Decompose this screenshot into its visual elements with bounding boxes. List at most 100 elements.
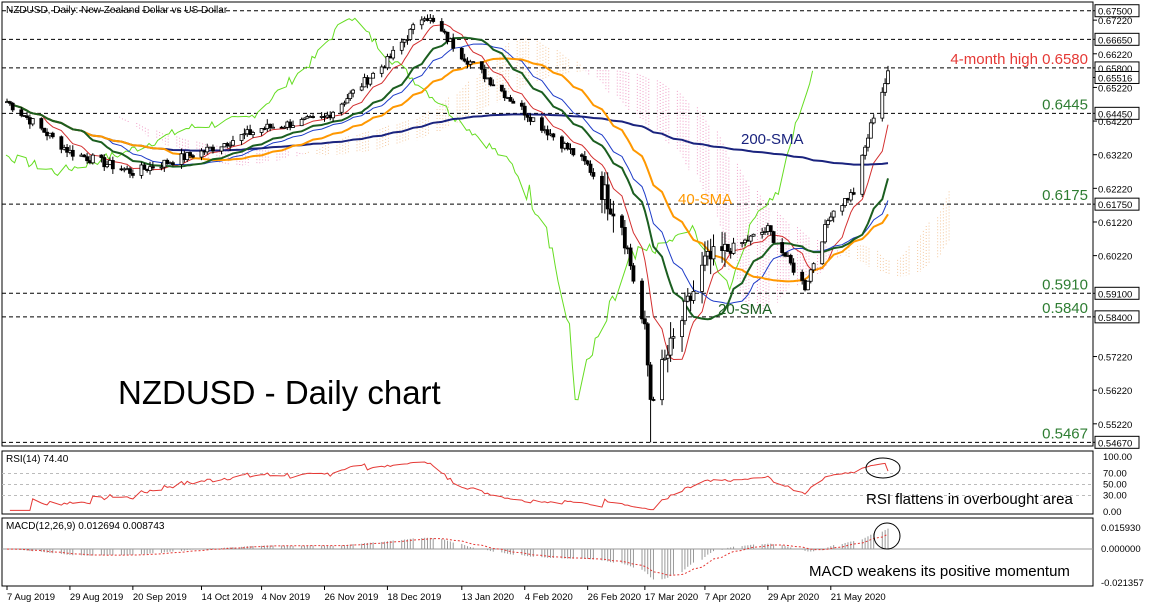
macd-tick-label: 0.000000 [1101,544,1141,555]
price-tick-label: 0.65220 [1098,83,1132,94]
candle-body [731,242,736,254]
candle-body [522,105,527,116]
candle-body [219,146,224,152]
candle-body [886,70,890,84]
candle-body [840,205,845,212]
candle-body [860,154,865,195]
candle-body [651,399,656,401]
candle-body [551,133,556,138]
candle-body [371,72,376,79]
candle-body [482,68,487,80]
candle-body [211,146,215,152]
candle-body [880,91,885,119]
candle-body [800,271,805,281]
candle-body [868,122,873,139]
candle-body [771,231,776,243]
sma-200-label: 200-SMA [741,131,804,148]
candle-body [110,160,115,170]
x-tick-label: 13 Jan 2020 [462,592,514,603]
candle-body [531,117,536,122]
sma-40-label: 40-SMA [678,191,732,208]
candle-body [299,119,304,127]
price-tick-label: 0.55220 [1098,420,1132,431]
chart-window[interactable]: 4-month high 0.6580 0.6445 0.6175 0.5910 0.5… [0,0,1149,607]
macd-tick-label: -0.021357 [1101,578,1144,589]
candle-body [768,225,773,233]
candle-body [439,21,444,32]
candle-body [188,152,192,157]
candle-body [622,227,627,249]
candle-body [605,184,610,210]
candle-body [700,264,704,292]
candle-body [502,90,507,99]
chart-caption: NZDUSD - Daily chart [118,374,441,411]
candle-body [620,215,624,228]
candle-body [348,92,353,100]
candle-body [608,208,613,215]
candle-body [331,111,335,119]
x-tick-label: 14 Oct 2019 [202,592,254,603]
candle-body [671,336,676,339]
candle-body [411,24,416,30]
candle-body [191,155,195,158]
x-tick-label: 29 Apr 2020 [768,592,819,603]
level-label: 0.5840 [1042,300,1088,317]
price-tick-label: 0.62220 [1098,184,1132,195]
candle-body [491,84,496,87]
candle-body [391,49,396,59]
candle-body [691,291,696,301]
candle-body [828,216,833,222]
candle-body [811,263,816,271]
price-tick-label: 0.56220 [1098,386,1132,397]
candle-body [42,127,47,133]
macd-panel-title: MACD(12,26,9) 0.012694 0.008743 [6,521,165,532]
candle-body [399,41,404,51]
price-tick-label: 0.60220 [1098,252,1132,263]
candle-body [588,163,593,173]
sma-20-label: 20-SMA [718,301,772,318]
candle-body [748,235,753,242]
candle-body [866,137,870,148]
macd-tick-label: 0.015930 [1101,523,1141,534]
candle-body [431,17,436,22]
candle-body [565,143,570,150]
x-tick-label: 29 Aug 2019 [70,592,123,603]
level-label: 4-month high 0.6580 [950,51,1088,68]
candle-body [128,168,132,174]
candle-body [499,84,504,92]
candle-body [70,149,75,157]
price-tick-label: 0.66650 [1098,35,1132,46]
price-tick-label: 0.54670 [1098,438,1132,449]
level-label: 0.5467 [1042,425,1088,442]
candle-body [10,102,15,111]
candle-body [50,132,55,138]
candle-body [85,156,89,162]
candle-body [339,103,344,113]
candle-body [823,224,827,243]
candle-body [585,160,590,165]
candle-body [611,213,616,217]
candle-body [519,102,524,107]
candle-body [539,117,544,131]
candle-body [291,125,295,128]
candle-body [251,132,255,136]
candle-body [591,172,596,177]
candle-body [703,255,707,266]
candle-body [640,280,644,320]
price-tick-label: 0.63220 [1098,151,1132,162]
candle-body [39,118,44,129]
price-tick-label: 0.64220 [1098,117,1132,128]
price-tick-label: 0.61750 [1098,200,1132,211]
candle-body [628,247,633,267]
candle-body [820,241,825,265]
candle-body [883,83,888,93]
candle-body [683,300,687,322]
candle-body [488,77,493,86]
candle-body [368,77,373,85]
candle-body [711,246,716,260]
x-tick-label: 20 Sep 2019 [133,592,187,603]
rsi-panel-title: RSI(14) 74.40 [6,454,69,465]
level-label: 0.6445 [1042,96,1088,113]
candle-body [751,233,756,237]
candle-body [150,166,155,169]
